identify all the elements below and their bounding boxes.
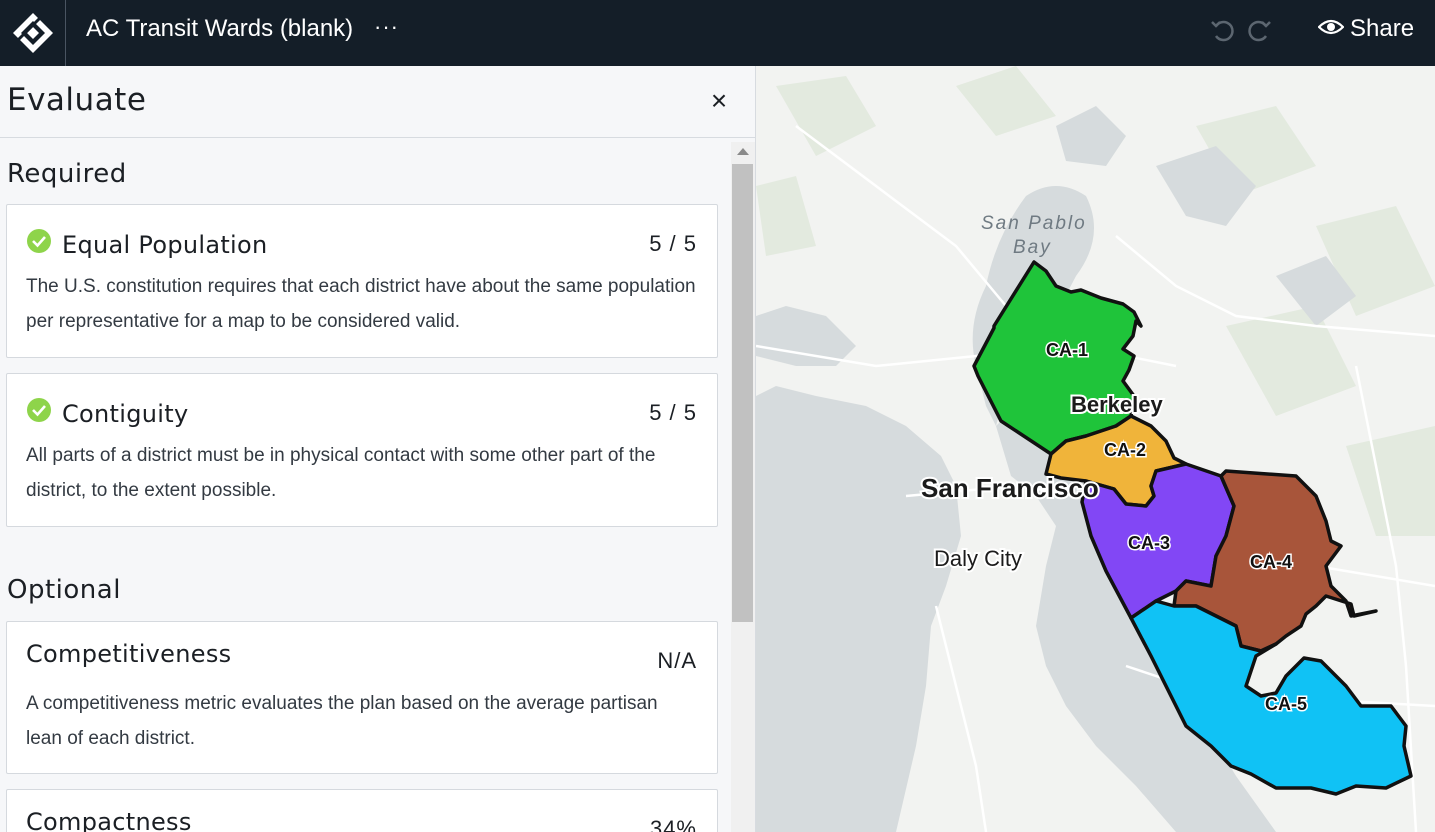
- metric-description: A competitiveness metric evaluates the p…: [26, 693, 658, 749]
- metric-score: N/A: [657, 648, 697, 673]
- metric-score: 5 / 5: [649, 400, 697, 425]
- metric-title: Equal Population: [62, 231, 268, 259]
- scroll-thumb[interactable]: [732, 164, 753, 622]
- metric-card-compactness[interactable]: Compactness 34%: [6, 789, 718, 832]
- metric-description: All parts of a district must be in physi…: [26, 445, 656, 501]
- metric-card-equal-population[interactable]: Equal Population 5 / 5 The U.S. constitu…: [6, 204, 718, 358]
- eye-icon: [1317, 17, 1345, 42]
- city-label-berkeley: Berkeley: [1071, 392, 1164, 417]
- panel-title: Evaluate: [7, 82, 147, 118]
- more-options-button[interactable]: ···: [374, 12, 399, 42]
- redo-icon[interactable]: [1245, 15, 1275, 45]
- metric-title: Competitiveness: [26, 640, 232, 668]
- metric-title: Compactness: [26, 808, 192, 832]
- metric-card-contiguity[interactable]: Contiguity 5 / 5 All parts of a district…: [6, 373, 718, 527]
- check-circle-icon: [27, 229, 51, 258]
- district-label-ca-5: CA-5: [1265, 694, 1307, 714]
- district-label-ca-1: CA-1: [1046, 340, 1088, 360]
- share-label: Share: [1350, 15, 1415, 42]
- district-label-ca-3: CA-3: [1128, 533, 1170, 553]
- metric-score: 5 / 5: [649, 231, 697, 256]
- water-label-line2: Bay: [1013, 237, 1052, 258]
- undo-icon[interactable]: [1207, 15, 1237, 45]
- panel-header: Evaluate ×: [0, 66, 755, 138]
- district-label-ca-2: CA-2: [1104, 440, 1146, 460]
- map-view[interactable]: San Pablo Bay CA-1 CA-2 CA-3 CA-4 CA-5 B…: [756, 66, 1435, 832]
- optional-section-title: Optional: [7, 575, 121, 605]
- metric-card-competitiveness[interactable]: Competitiveness N/A A competitiveness me…: [6, 621, 718, 774]
- metric-title: Contiguity: [62, 400, 189, 428]
- evaluate-panel: Evaluate × Required Equal Population 5 /…: [0, 66, 756, 832]
- panel-scrollbar[interactable]: [731, 142, 755, 832]
- top-bar: AC Transit Wards (blank) ··· Share: [0, 0, 1435, 66]
- plan-title[interactable]: AC Transit Wards (blank): [86, 14, 353, 44]
- metric-description: The U.S. constitution requires that each…: [26, 276, 696, 332]
- districtr-logo-icon[interactable]: [0, 0, 66, 66]
- share-button[interactable]: Share: [1317, 14, 1415, 44]
- map-canvas[interactable]: San Pablo Bay CA-1 CA-2 CA-3 CA-4 CA-5 B…: [756, 66, 1435, 832]
- water-label-line1: San Pablo: [981, 213, 1087, 234]
- check-circle-icon: [27, 398, 51, 427]
- metric-score: 34%: [649, 816, 697, 832]
- city-label-san-francisco: San Francisco: [921, 473, 1099, 503]
- city-label-daly-city: Daly City: [934, 546, 1022, 571]
- close-icon[interactable]: ×: [707, 86, 731, 116]
- scroll-up-arrow-icon[interactable]: [737, 148, 749, 155]
- district-label-ca-4: CA-4: [1250, 552, 1292, 572]
- required-section-title: Required: [7, 159, 127, 189]
